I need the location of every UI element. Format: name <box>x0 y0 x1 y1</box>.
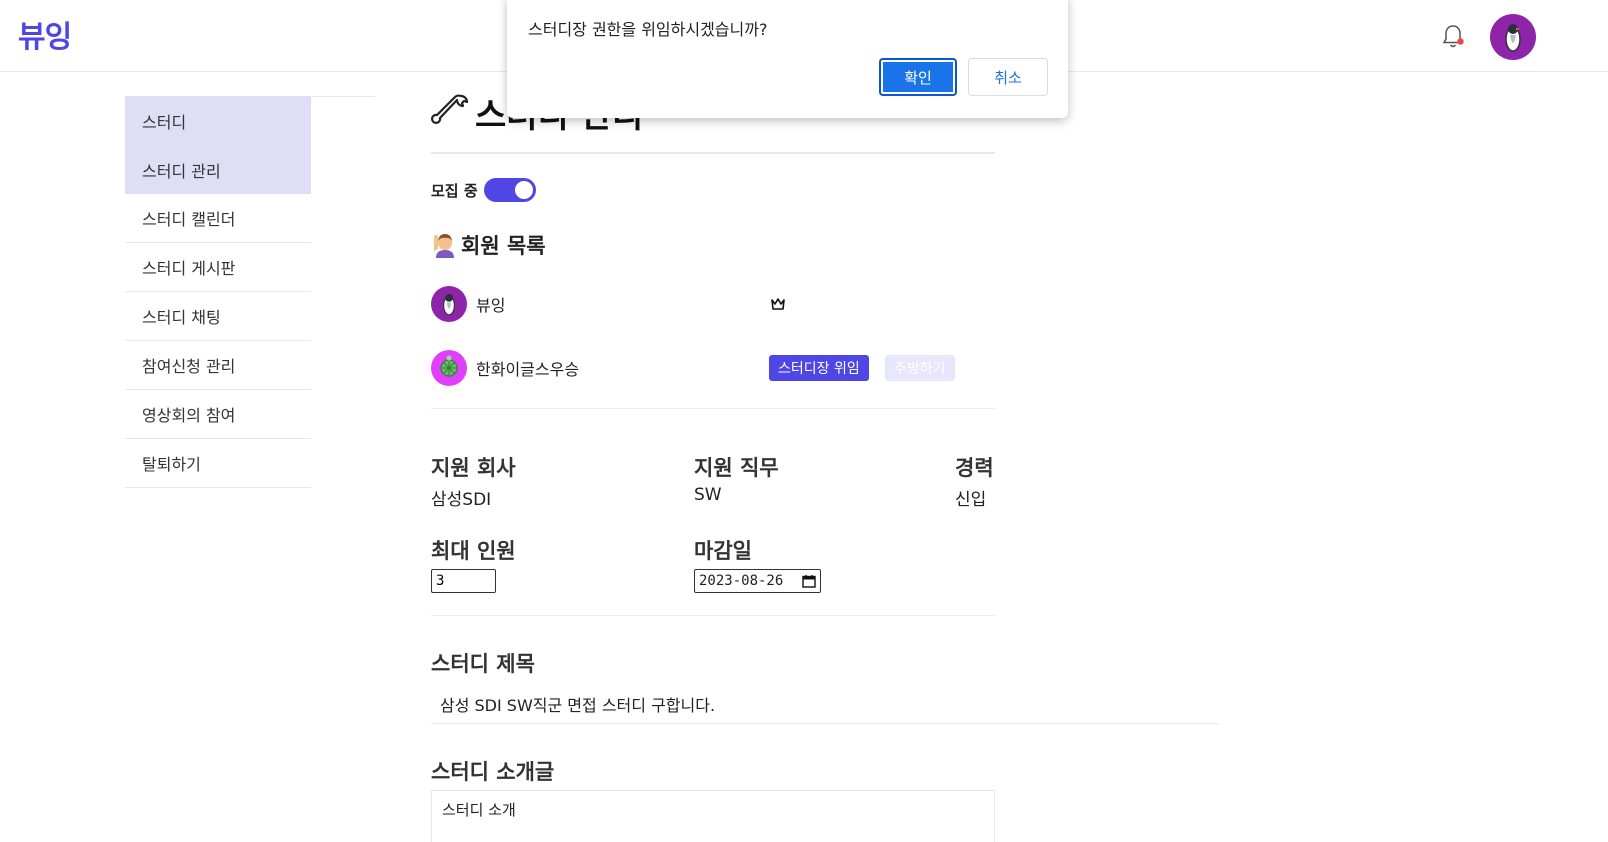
sidebar-item-label: 스터디 채팅 <box>142 308 221 327</box>
career-label: 경력 <box>955 456 994 480</box>
calendar-icon[interactable] <box>802 574 816 588</box>
max-members-input[interactable] <box>431 569 496 593</box>
recruit-toggle-row: 모집 중 <box>431 178 536 202</box>
confirm-dialog: 스터디장 권한을 위임하시겠습니까? 확인 취소 <box>507 0 1068 118</box>
section-divider <box>431 615 995 616</box>
wrench-icon <box>431 94 469 124</box>
crown-icon <box>771 298 785 310</box>
deadline-label: 마감일 <box>694 539 752 563</box>
dialog-message: 스터디장 권한을 위임하시겠습니까? <box>528 20 768 39</box>
kick-member-button[interactable]: 추방하기 <box>885 355 955 381</box>
confirm-button[interactable]: 확인 <box>879 58 957 96</box>
penguin-icon <box>1505 24 1521 52</box>
sidebar-divider <box>311 96 375 97</box>
study-intro-label: 스터디 소개글 <box>431 760 555 784</box>
sidebar-item-video-meeting[interactable]: 영상회의 참여 <box>125 390 311 439</box>
recruit-label: 모집 중 <box>431 181 478 200</box>
sidebar-item-label: 스터디 <box>142 112 187 132</box>
job-label: 지원 직무 <box>694 456 779 480</box>
user-avatar[interactable] <box>1490 14 1536 60</box>
raising-hand-icon <box>434 234 454 258</box>
sidebar-item-label: 탈퇴하기 <box>142 455 201 474</box>
sidebar-item-study-manage[interactable]: 스터디 관리 <box>125 145 311 194</box>
sidebar-item-study[interactable]: 스터디 <box>125 96 311 145</box>
sidebar-item-label: 영상회의 참여 <box>142 406 236 425</box>
sidebar-item-label: 스터디 게시판 <box>142 259 236 278</box>
app-logo[interactable]: 뷰잉 <box>18 12 72 56</box>
penguin-icon <box>443 294 455 316</box>
delegate-leader-button[interactable]: 스터디장 위임 <box>769 355 869 381</box>
member-name: 뷰잉 <box>476 296 506 315</box>
company-value: 삼성SDI <box>431 490 492 510</box>
section-divider <box>431 408 995 409</box>
max-members-label: 최대 인원 <box>431 539 516 563</box>
career-value: 신입 <box>955 490 987 510</box>
study-intro-textarea[interactable]: 스터디 소개 <box>431 790 995 842</box>
sidebar-item-label: 스터디 캘린더 <box>142 210 236 229</box>
sidebar-item-leave[interactable]: 탈퇴하기 <box>125 439 311 488</box>
member-row: 뷰잉 <box>431 284 961 324</box>
sidebar-item-board[interactable]: 스터디 게시판 <box>125 243 311 292</box>
cancel-button[interactable]: 취소 <box>968 58 1048 96</box>
member-name: 한화이글스우승 <box>476 360 580 379</box>
study-title-underline <box>431 723 1219 724</box>
study-title-value[interactable]: 삼성 SDI SW직군 면접 스터디 구합니다. <box>440 692 715 716</box>
member-avatar <box>431 286 467 322</box>
company-label: 지원 회사 <box>431 456 516 480</box>
turtle-icon <box>440 355 458 377</box>
members-title-text: 회원 목록 <box>461 234 546 258</box>
recruit-toggle[interactable] <box>483 178 536 202</box>
sidebar-item-chat[interactable]: 스터디 채팅 <box>125 292 311 341</box>
sidebar-item-label: 참여신청 관리 <box>142 357 236 376</box>
sidebar: 스터디 스터디 관리 스터디 캘린더 스터디 게시판 스터디 채팅 참여신청 관… <box>125 96 311 488</box>
job-value: SW <box>694 485 722 505</box>
member-avatar <box>431 350 467 386</box>
bell-icon[interactable] <box>1441 24 1465 50</box>
members-title: 회원 목록 <box>431 230 546 260</box>
deadline-value: 2023-08-26 <box>699 573 784 589</box>
toggle-knob <box>514 181 533 199</box>
title-divider <box>431 152 995 154</box>
study-title-label: 스터디 제목 <box>431 652 535 676</box>
deadline-input[interactable]: 2023-08-26 <box>694 569 821 593</box>
sidebar-item-applications[interactable]: 참여신청 관리 <box>125 341 311 390</box>
sidebar-item-label: 스터디 관리 <box>142 161 221 181</box>
member-row: 한화이글스우승 스터디장 위임 추방하기 <box>431 348 961 388</box>
sidebar-item-calendar[interactable]: 스터디 캘린더 <box>125 194 311 243</box>
